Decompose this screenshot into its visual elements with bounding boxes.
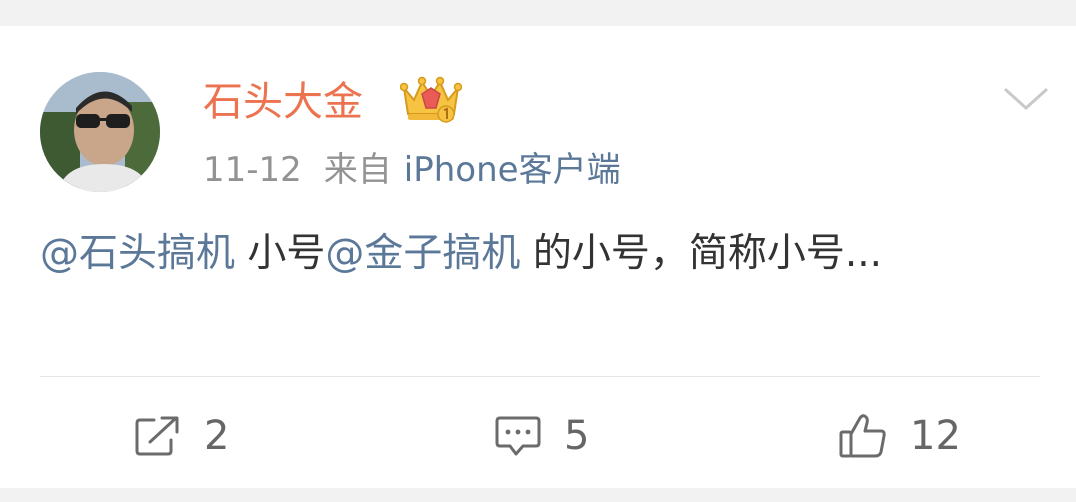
comment-icon <box>495 416 541 456</box>
like-count: 12 <box>910 413 961 459</box>
post-meta: 11-12 来自 iPhone客户端 <box>203 148 621 192</box>
source-client[interactable]: iPhone客户端 <box>404 150 621 190</box>
share-icon <box>135 416 179 456</box>
post-time: 11-12 <box>203 150 302 190</box>
repost-count: 2 <box>204 413 230 459</box>
content-text: 小号 <box>235 231 326 276</box>
like-button[interactable]: 12 <box>838 408 961 464</box>
content-text: 的小号，简称小号... <box>520 231 883 276</box>
author-avatar[interactable] <box>40 72 160 192</box>
repost-button[interactable]: 2 <box>134 408 229 464</box>
vip-crown-icon[interactable] <box>400 74 462 124</box>
mention-link[interactable]: @金子搞机 <box>325 231 520 276</box>
thumbs-up-icon <box>839 414 886 458</box>
chevron-down-icon[interactable] <box>1002 82 1050 116</box>
weibo-post-card: 石头大金 11-12 来自 iPhone客户端 @石头搞机 小号@金子搞机 的小号，… <box>0 26 1076 488</box>
divider <box>40 376 1040 377</box>
author-name[interactable]: 石头大金 <box>203 76 363 128</box>
avatar-photo-icon <box>40 72 160 192</box>
comment-count: 5 <box>564 413 590 459</box>
post-content: @石头搞机 小号@金子搞机 的小号，简称小号... <box>40 226 1000 282</box>
comment-button[interactable]: 5 <box>494 408 589 464</box>
source-prefix: 来自 <box>323 150 392 190</box>
mention-link[interactable]: @石头搞机 <box>40 231 235 276</box>
